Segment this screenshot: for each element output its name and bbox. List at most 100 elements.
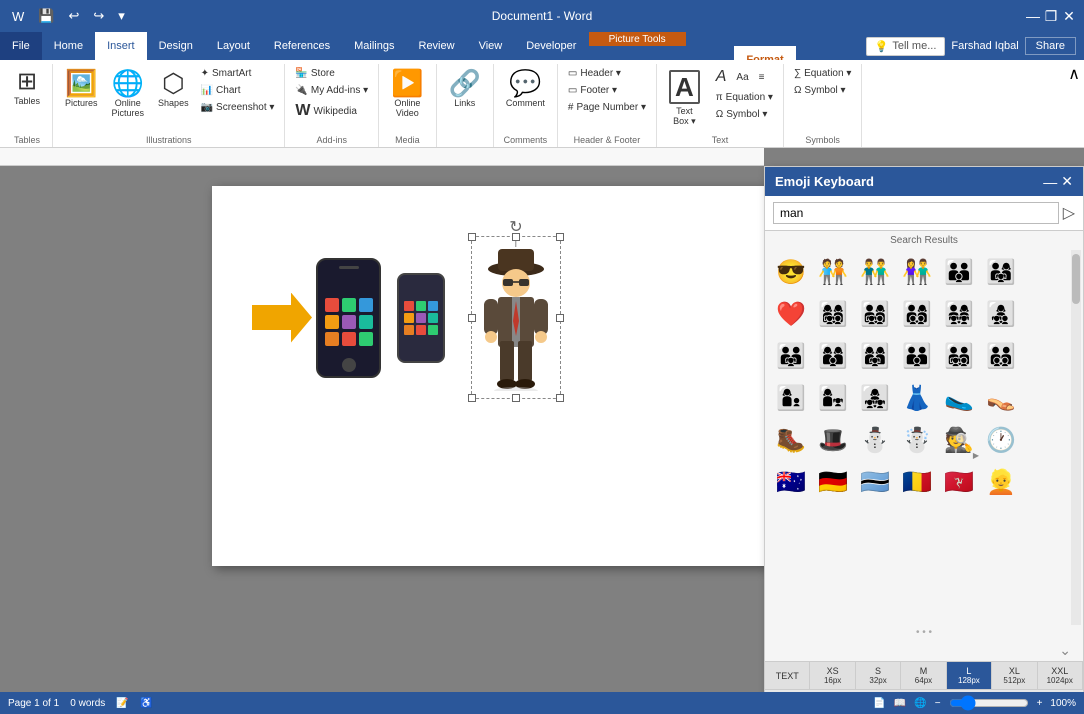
my-addins-button[interactable]: 🔌 My Add-ins ▾ [291, 83, 372, 98]
emoji-cell[interactable]: 🇦🇺 [771, 462, 811, 502]
size-xl-button[interactable]: XL 512px [992, 662, 1037, 689]
emoji-cell[interactable]: 👨‍👩‍👦‍👦 [897, 294, 937, 334]
size-m-button[interactable]: M 64px [901, 662, 946, 689]
emoji-cell[interactable]: ❤️ [771, 294, 811, 334]
emoji-scrollbar-thumb[interactable] [1072, 254, 1080, 304]
emoji-cell[interactable]: 👨‍👩‍👧‍👦 [855, 294, 895, 334]
tab-developer[interactable]: Developer [514, 32, 588, 60]
emoji-cell[interactable]: ☃️ [897, 420, 937, 460]
emoji-cell[interactable]: 👪 [939, 252, 979, 292]
handle-tr[interactable] [556, 233, 564, 241]
close-button[interactable]: ✕ [1062, 9, 1076, 23]
screenshot-button[interactable]: 📷 Screenshot ▾ [197, 100, 279, 115]
handle-br[interactable] [556, 394, 564, 402]
view-reading-icon[interactable]: 📖 [894, 698, 906, 709]
dropcap-button[interactable]: Aa [732, 66, 752, 88]
text-box-button[interactable]: A TextBox ▾ [663, 66, 706, 131]
size-s-button[interactable]: S 32px [856, 662, 901, 689]
redo-button[interactable]: ↪ [89, 6, 108, 26]
emoji-cell[interactable]: 👩‍👩‍👧‍👦 [813, 294, 853, 334]
handle-tl[interactable] [468, 233, 476, 241]
view-web-icon[interactable]: 🌐 [914, 698, 926, 709]
emoji-cell[interactable]: 🧑‍🤝‍🧑 [813, 252, 853, 292]
store-button[interactable]: 🏪 Store [291, 66, 372, 81]
man-figure-container[interactable]: ↻ [471, 236, 561, 399]
emoji-cell[interactable]: 🕵️▶ [939, 420, 979, 460]
emoji-search-expand[interactable]: ▷ [1063, 203, 1075, 223]
page-number-button[interactable]: # Page Number ▾ [564, 100, 650, 115]
emoji-cell[interactable]: 👫 [897, 252, 937, 292]
links-button[interactable]: 🔗 Links [443, 66, 487, 112]
emoji-cell[interactable]: 👩‍👧‍👦 [981, 294, 1021, 334]
symbol2-button[interactable]: Ω Symbol ▾ [790, 83, 855, 98]
tab-design[interactable]: Design [147, 32, 205, 60]
tab-review[interactable]: Review [407, 32, 467, 60]
tab-mailings[interactable]: Mailings [342, 32, 406, 60]
emoji-panel-close-button[interactable]: ✕ [1061, 173, 1073, 190]
emoji-cell[interactable]: 👨‍👨‍👧 [771, 336, 811, 376]
emoji-cell[interactable]: 👨‍👩‍👧‍👧 [939, 294, 979, 334]
signature-button[interactable]: ≡ [755, 66, 769, 88]
wordart-button[interactable]: A [712, 66, 731, 88]
tab-references[interactable]: References [262, 32, 342, 60]
share-button[interactable]: Share [1025, 37, 1076, 55]
emoji-cell[interactable]: 👡 [981, 378, 1021, 418]
emoji-cell[interactable]: 👬 [855, 252, 895, 292]
comment-button[interactable]: 💬 Comment [500, 66, 551, 112]
emoji-cell[interactable]: 🇧🇼 [855, 462, 895, 502]
size-xs-button[interactable]: XS 16px [810, 662, 855, 689]
zoom-in-button[interactable]: + [1037, 698, 1043, 709]
emoji-cell[interactable]: 🥿 [939, 378, 979, 418]
wikipedia-button[interactable]: W Wikipedia [291, 100, 372, 122]
emoji-cell[interactable]: 👩‍👩‍👧 [855, 336, 895, 376]
word-icon[interactable]: W [8, 7, 28, 26]
equation-button[interactable]: π Equation ▾ [712, 90, 777, 105]
view-normal-icon[interactable]: 📄 [873, 698, 885, 709]
accessibility-icon[interactable]: ♿ [140, 698, 152, 709]
rotation-handle[interactable]: ↻ [509, 217, 522, 247]
tab-insert[interactable]: Insert [95, 32, 147, 60]
emoji-cell[interactable]: 👱 [981, 462, 1021, 502]
zoom-out-button[interactable]: − [935, 698, 941, 709]
smartart-button[interactable]: ✦ SmartArt [197, 66, 279, 81]
handle-ml[interactable] [468, 314, 476, 322]
emoji-cell[interactable]: 👩‍👧‍👧 [855, 378, 895, 418]
tab-file[interactable]: File [0, 32, 42, 60]
chart-button[interactable]: 📊 Chart [197, 83, 279, 98]
emoji-cell[interactable]: 👩‍👧 [813, 378, 853, 418]
handle-tm[interactable] [512, 233, 520, 241]
zoom-slider[interactable] [949, 695, 1029, 711]
handle-bl[interactable] [468, 394, 476, 402]
emoji-cell[interactable]: 👨‍👨‍👦 [897, 336, 937, 376]
table-button[interactable]: ⊞ Tables [8, 66, 46, 110]
save-button[interactable]: 💾 [34, 6, 58, 26]
emoji-cell[interactable]: 👨‍👨‍👦‍👦 [981, 336, 1021, 376]
emoji-panel-minimize-button[interactable]: — [1043, 173, 1057, 190]
footer-button[interactable]: ▭ Footer ▾ [564, 83, 650, 98]
equation2-button[interactable]: ∑ Equation ▾ [790, 66, 855, 81]
emoji-scrollbar[interactable] [1071, 250, 1081, 625]
emoji-search-input[interactable] [773, 202, 1059, 224]
tab-view[interactable]: View [467, 32, 515, 60]
handle-mr[interactable] [556, 314, 564, 322]
emoji-cell[interactable]: 🥾 [771, 420, 811, 460]
header-button[interactable]: ▭ Header ▾ [564, 66, 650, 81]
online-pictures-button[interactable]: 🌐 OnlinePictures [106, 66, 151, 122]
emoji-cell[interactable]: 😎 [771, 252, 811, 292]
size-xxl-button[interactable]: XXL 1024px [1038, 662, 1083, 689]
emoji-cell[interactable]: 🇮🇲 [939, 462, 979, 502]
pictures-button[interactable]: 🖼️ Pictures [59, 66, 104, 112]
emoji-cell[interactable]: 👨‍👨‍👧‍👦 [939, 336, 979, 376]
tab-home[interactable]: Home [42, 32, 95, 60]
restore-button[interactable]: ❐ [1044, 9, 1058, 23]
emoji-cell[interactable]: 🇷🇴 [897, 462, 937, 502]
handle-bm[interactable] [512, 394, 520, 402]
emoji-cell[interactable]: 👨‍👩‍👧 [981, 252, 1021, 292]
emoji-scroll-down[interactable]: ⌄ [765, 640, 1083, 661]
tell-me-box[interactable]: 💡 Tell me... [866, 37, 946, 56]
proofing-icon[interactable]: 📝 [116, 698, 128, 709]
emoji-cell[interactable]: ⛄ [855, 420, 895, 460]
emoji-cell[interactable]: 👩‍👦 [771, 378, 811, 418]
symbol-button[interactable]: Ω Symbol ▾ [712, 107, 777, 122]
emoji-cell[interactable]: 🇩🇪 [813, 462, 853, 502]
